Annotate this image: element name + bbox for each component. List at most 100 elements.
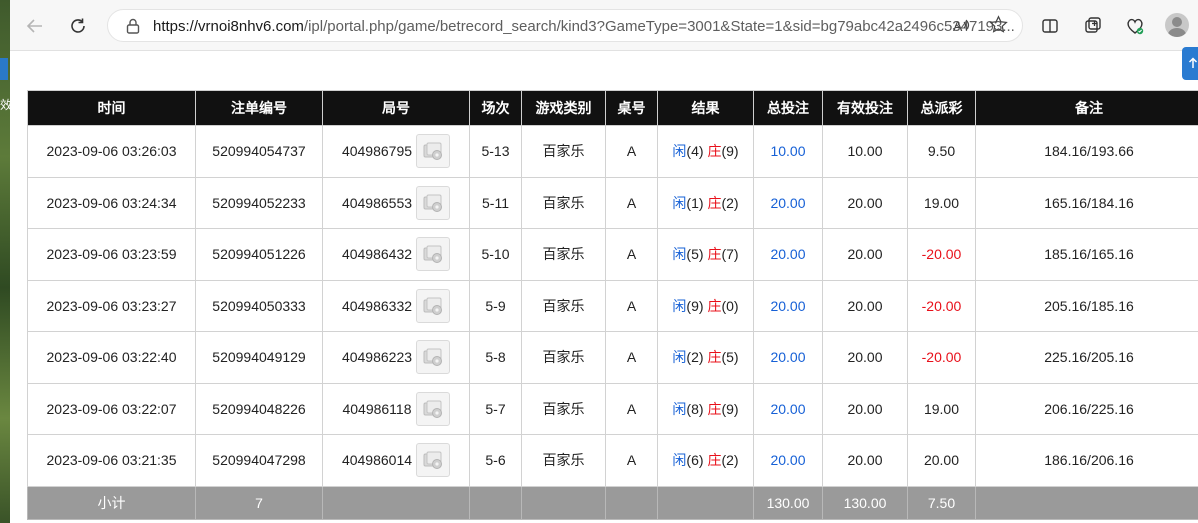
result-banker-label: 庄 xyxy=(707,349,722,366)
cell-round: 404986553 xyxy=(322,176,470,229)
subtotal-payout: 7.50 xyxy=(907,485,976,520)
result-banker-score: (9) xyxy=(721,143,739,160)
subtotal-empty xyxy=(657,485,754,520)
corner-action-button[interactable] xyxy=(1182,47,1198,80)
cell-time: 2023-09-06 03:23:27 xyxy=(27,279,196,332)
profile-avatar[interactable] xyxy=(1165,13,1189,37)
cell-round: 404986332 xyxy=(322,279,470,332)
table-row: 2023-09-06 03:23:27 520994050333 404986332… xyxy=(27,279,1198,332)
desktop-label: 效 xyxy=(0,98,10,112)
cell-game-type: 百家乐 xyxy=(521,279,606,332)
replay-thumbnail-icon[interactable] xyxy=(416,340,451,375)
subtotal-row: 小计 7 130.00 130.00 7.50 xyxy=(27,485,1198,520)
cell-payout: 9.50 xyxy=(907,125,976,178)
cell-session: 5-9 xyxy=(469,279,522,332)
cell-note: 225.16/205.16 xyxy=(975,331,1198,384)
cell-table-number: A xyxy=(605,331,658,384)
cell-session: 5-10 xyxy=(469,228,522,281)
cell-table-number: A xyxy=(605,176,658,229)
arrow-up-icon xyxy=(1188,57,1198,68)
back-button[interactable] xyxy=(20,11,50,41)
table-header: 时间 注单编号 局号 场次 游戏类别 桌号 结果 总投注 有效投注 总派彩 备注 xyxy=(27,90,1198,126)
result-player-label: 闲 xyxy=(672,297,687,314)
cell-payout: 19.00 xyxy=(907,382,976,435)
replay-thumbnail-icon[interactable] xyxy=(416,288,451,323)
replay-thumbnail-icon[interactable] xyxy=(416,443,451,478)
result-banker-score: (9) xyxy=(721,400,739,417)
cell-total-bet: 20.00 xyxy=(753,331,823,384)
round-number: 404986014 xyxy=(341,452,413,469)
result-banker-score: (2) xyxy=(721,194,739,211)
round-number: 404986332 xyxy=(341,297,413,314)
cell-total-bet: 10.00 xyxy=(753,125,823,178)
replay-thumbnail-icon[interactable] xyxy=(416,185,451,220)
cell-order-number: 520994050333 xyxy=(195,279,323,332)
star-icon[interactable] xyxy=(989,15,1008,40)
cell-payout: -20.00 xyxy=(907,228,976,281)
result-banker-label: 庄 xyxy=(707,452,722,469)
result-banker-label: 庄 xyxy=(707,246,722,263)
cell-time: 2023-09-06 03:22:07 xyxy=(27,382,196,435)
cell-result: 闲(4) 庄(9) xyxy=(657,125,754,178)
cell-session: 5-6 xyxy=(469,434,522,487)
cell-order-number: 520994052233 xyxy=(195,176,323,229)
replay-thumbnail-icon[interactable] xyxy=(415,391,450,426)
result-player-score: (2) xyxy=(686,349,704,366)
header-game-type: 游戏类别 xyxy=(521,90,606,126)
cell-order-number: 520994051226 xyxy=(195,228,323,281)
url-text[interactable]: https://vrnoi8nhv6.com/ipl/portal.php/ga… xyxy=(153,18,1015,35)
lock-icon xyxy=(126,18,140,34)
cell-round: 404986118 xyxy=(322,382,470,435)
cell-order-number: 520994049129 xyxy=(195,331,323,384)
cell-time: 2023-09-06 03:24:34 xyxy=(27,176,196,229)
cell-valid-bet: 20.00 xyxy=(822,382,908,435)
result-player-score: (5) xyxy=(686,246,704,263)
result-banker-label: 庄 xyxy=(707,400,722,417)
table-row: 2023-09-06 03:22:40 520994049129 404986223… xyxy=(27,331,1198,384)
header-result: 结果 xyxy=(657,90,754,126)
subtotal-empty xyxy=(322,485,470,520)
desktop-background-strip: 效 xyxy=(0,0,10,523)
result-banker-score: (2) xyxy=(721,452,739,469)
cell-time: 2023-09-06 03:21:35 xyxy=(27,434,196,487)
table-row: 2023-09-06 03:24:34 520994052233 404986553… xyxy=(27,176,1198,229)
split-screen-icon[interactable] xyxy=(1037,13,1063,39)
cell-order-number: 520994047298 xyxy=(195,434,323,487)
result-player-label: 闲 xyxy=(672,194,687,211)
header-valid-bet: 有效投注 xyxy=(822,90,908,126)
read-aloud-icon[interactable]: A xyxy=(952,16,970,38)
header-row: 时间 注单编号 局号 场次 游戏类别 桌号 结果 总投注 有效投注 总派彩 备注 xyxy=(27,90,1198,126)
cell-valid-bet: 20.00 xyxy=(822,228,908,281)
result-banker-score: (7) xyxy=(721,246,739,263)
result-player-score: (1) xyxy=(686,194,704,211)
table-row: 2023-09-06 03:22:07 520994048226 404986118… xyxy=(27,382,1198,435)
replay-thumbnail-icon[interactable] xyxy=(416,237,451,272)
cell-round: 404986014 xyxy=(322,434,470,487)
cell-payout: -20.00 xyxy=(907,331,976,384)
cell-total-bet: 20.00 xyxy=(753,434,823,487)
cell-valid-bet: 20.00 xyxy=(822,331,908,384)
cell-table-number: A xyxy=(605,382,658,435)
cell-payout: -20.00 xyxy=(907,279,976,332)
subtotal-empty xyxy=(521,485,606,520)
result-player-score: (9) xyxy=(686,297,704,314)
cell-game-type: 百家乐 xyxy=(521,125,606,178)
cell-session: 5-11 xyxy=(469,176,522,229)
result-player-score: (4) xyxy=(686,143,704,160)
subtotal-empty xyxy=(975,485,1198,520)
subtotal-label: 小计 xyxy=(27,485,196,520)
cell-order-number: 520994048226 xyxy=(195,382,323,435)
collections-icon[interactable] xyxy=(1080,13,1106,39)
replay-thumbnail-icon[interactable] xyxy=(416,134,451,169)
browser-toolbar: https://vrnoi8nhv6.com/ipl/portal.php/ga… xyxy=(10,0,1198,51)
header-total-bet: 总投注 xyxy=(753,90,823,126)
reload-button[interactable] xyxy=(63,11,93,41)
cell-session: 5-7 xyxy=(469,382,522,435)
result-player-label: 闲 xyxy=(672,400,687,417)
address-bar[interactable]: https://vrnoi8nhv6.com/ipl/portal.php/ga… xyxy=(107,9,1023,42)
table-row: 2023-09-06 03:23:59 520994051226 404986432… xyxy=(27,228,1198,281)
cell-game-type: 百家乐 xyxy=(521,382,606,435)
browser-essentials-icon[interactable] xyxy=(1122,13,1148,39)
round-number: 404986553 xyxy=(341,194,413,211)
reload-icon xyxy=(71,18,85,33)
